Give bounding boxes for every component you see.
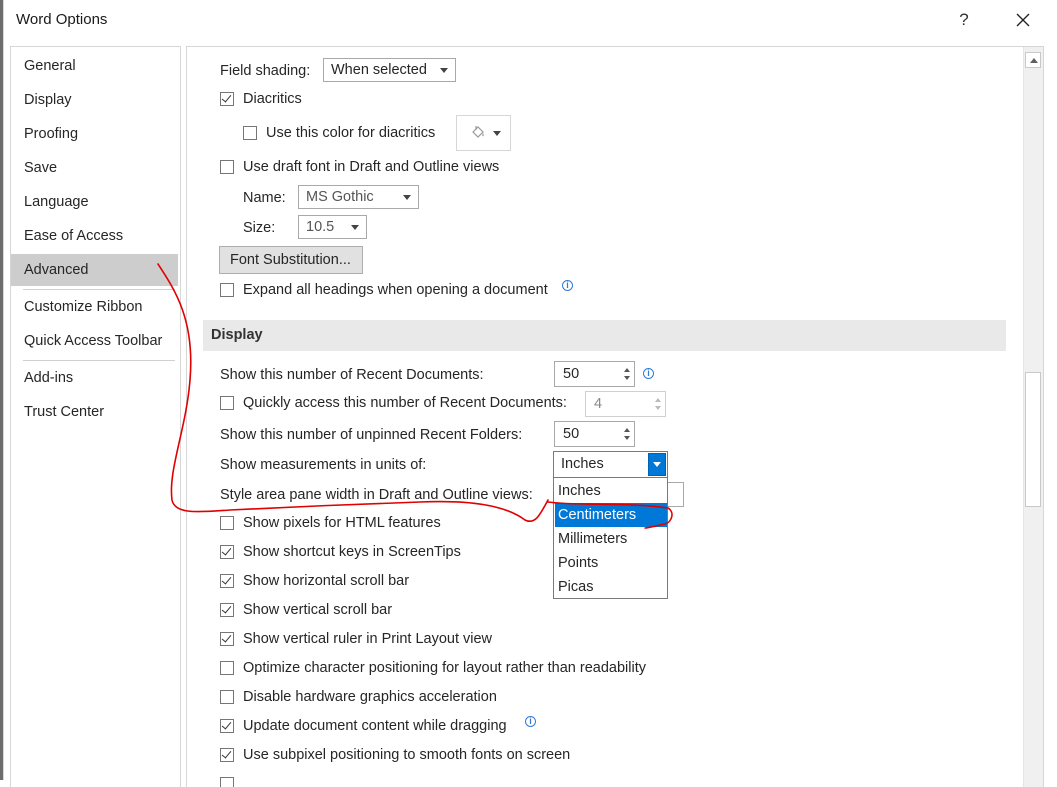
subpixel-positioning-checkbox[interactable] (220, 748, 234, 762)
show-pixels-checkbox[interactable] (220, 516, 234, 530)
units-label: Show measurements in units of: (220, 457, 427, 473)
nav-item-language[interactable]: Language (11, 186, 178, 218)
horizontal-scroll-checkbox[interactable] (220, 574, 234, 588)
close-button[interactable] (1010, 6, 1036, 34)
scrollbar-thumb[interactable] (1025, 372, 1041, 507)
scroll-up-icon[interactable] (1025, 52, 1041, 68)
font-size-value: 10.5 (306, 219, 335, 235)
style-area-label: Style area pane width in Draft and Outli… (220, 487, 533, 503)
recent-folders-spinner[interactable]: 50 (554, 421, 635, 447)
units-dropdown[interactable]: Inches (553, 451, 668, 478)
spin-up-icon[interactable] (624, 368, 630, 372)
vertical-scroll-checkbox[interactable] (220, 603, 234, 617)
close-icon (1016, 13, 1030, 27)
options-nav: General Display Proofing Save Language E… (10, 46, 181, 787)
nav-item-proofing[interactable]: Proofing (11, 118, 178, 150)
info-icon: i (525, 716, 536, 727)
diacritics-color-checkbox[interactable] (243, 126, 257, 140)
expand-headings-label: Expand all headings when opening a docum… (243, 282, 548, 298)
info-icon: i (643, 368, 654, 379)
recent-docs-value: 50 (563, 366, 580, 382)
optimize-positioning-checkbox[interactable] (220, 661, 234, 675)
subpixel-positioning-label: Use subpixel positioning to smooth fonts… (243, 747, 571, 763)
font-substitution-button[interactable]: Font Substitution... (219, 246, 363, 274)
field-shading-label: Field shading: (220, 63, 311, 79)
nav-divider (23, 289, 175, 290)
diacritics-color-label: Use this color for diacritics (266, 125, 436, 141)
font-size-dropdown[interactable]: 10.5 (298, 215, 367, 239)
draft-font-label: Use draft font in Draft and Outline view… (243, 159, 500, 175)
units-option-centimeters[interactable]: Centimeters (555, 503, 667, 527)
update-dragging-checkbox[interactable] (220, 719, 234, 733)
units-option-points[interactable]: Points (555, 551, 667, 575)
quick-access-checkbox[interactable] (220, 396, 234, 410)
disable-hw-accel-checkbox[interactable] (220, 690, 234, 704)
show-pixels-label: Show pixels for HTML features (243, 515, 441, 531)
nav-item-ease-of-access[interactable]: Ease of Access (11, 220, 178, 252)
vertical-scroll-label: Show vertical scroll bar (243, 602, 393, 618)
font-name-value: MS Gothic (306, 189, 374, 205)
chevron-down-icon[interactable] (648, 453, 666, 476)
nav-item-save[interactable]: Save (11, 152, 178, 184)
spin-up-icon[interactable] (624, 428, 630, 432)
vertical-ruler-checkbox[interactable] (220, 632, 234, 646)
diacritics-label: Diacritics (243, 91, 302, 107)
units-options-list: Inches Centimeters Millimeters Points Pi… (553, 477, 668, 599)
title-bar: Word Options ? (0, 0, 1057, 40)
vertical-ruler-label: Show vertical ruler in Print Layout view (243, 631, 493, 647)
chevron-down-icon (440, 68, 448, 73)
nav-divider (23, 360, 175, 361)
expand-headings-checkbox[interactable] (220, 283, 234, 297)
diacritics-color-picker[interactable] (456, 115, 511, 151)
display-section-header: Display (203, 320, 1006, 351)
chevron-down-icon (351, 225, 359, 230)
paint-bucket-icon (472, 126, 484, 138)
spin-down-icon (655, 406, 661, 410)
horizontal-scroll-label: Show horizontal scroll bar (243, 573, 410, 589)
window-left-edge-shadow (3, 0, 4, 780)
partially-visible-checkbox[interactable] (220, 777, 234, 787)
update-dragging-label: Update document content while dragging (243, 718, 507, 734)
units-option-millimeters[interactable]: Millimeters (555, 527, 667, 551)
nav-item-advanced[interactable]: Advanced (11, 254, 178, 286)
units-option-inches[interactable]: Inches (555, 479, 667, 503)
shortcut-keys-checkbox[interactable] (220, 545, 234, 559)
advanced-options-panel: Field shading: When selected Diacritics … (186, 46, 1044, 787)
shortcut-keys-label: Show shortcut keys in ScreenTips (243, 544, 461, 560)
spin-down-icon[interactable] (624, 376, 630, 380)
nav-item-display[interactable]: Display (11, 84, 178, 116)
help-button[interactable]: ? (952, 6, 976, 34)
chevron-down-icon (493, 131, 501, 136)
nav-item-general[interactable]: General (11, 50, 178, 82)
font-name-dropdown[interactable]: MS Gothic (298, 185, 419, 209)
nav-item-quick-access-toolbar[interactable]: Quick Access Toolbar (11, 325, 178, 357)
optimize-positioning-label: Optimize character positioning for layou… (243, 660, 646, 676)
units-value: Inches (561, 456, 604, 472)
quick-access-value: 4 (594, 396, 603, 412)
draft-font-checkbox[interactable] (220, 160, 234, 174)
disable-hw-accel-label: Disable hardware graphics acceleration (243, 689, 497, 705)
recent-folders-label: Show this number of unpinned Recent Fold… (220, 427, 523, 443)
info-icon: i (562, 280, 573, 291)
font-size-label: Size: (243, 220, 276, 236)
chevron-down-icon (403, 195, 411, 200)
recent-docs-label: Show this number of Recent Documents: (220, 367, 484, 383)
field-shading-dropdown[interactable]: When selected (323, 58, 456, 82)
quick-access-label: Quickly access this number of Recent Doc… (243, 395, 567, 411)
diacritics-checkbox[interactable] (220, 92, 234, 106)
units-option-picas[interactable]: Picas (555, 575, 667, 599)
spin-down-icon[interactable] (624, 436, 630, 440)
recent-folders-value: 50 (563, 426, 580, 442)
nav-item-customize-ribbon[interactable]: Customize Ribbon (11, 291, 178, 323)
spin-up-icon (655, 398, 661, 402)
nav-item-add-ins[interactable]: Add-ins (11, 362, 178, 394)
nav-item-trust-center[interactable]: Trust Center (11, 396, 178, 428)
recent-docs-spinner[interactable]: 50 (554, 361, 635, 387)
window-title: Word Options (16, 11, 108, 28)
quick-access-spinner[interactable]: 4 (585, 391, 666, 417)
field-shading-value: When selected (331, 62, 427, 78)
font-name-label: Name: (243, 190, 286, 206)
